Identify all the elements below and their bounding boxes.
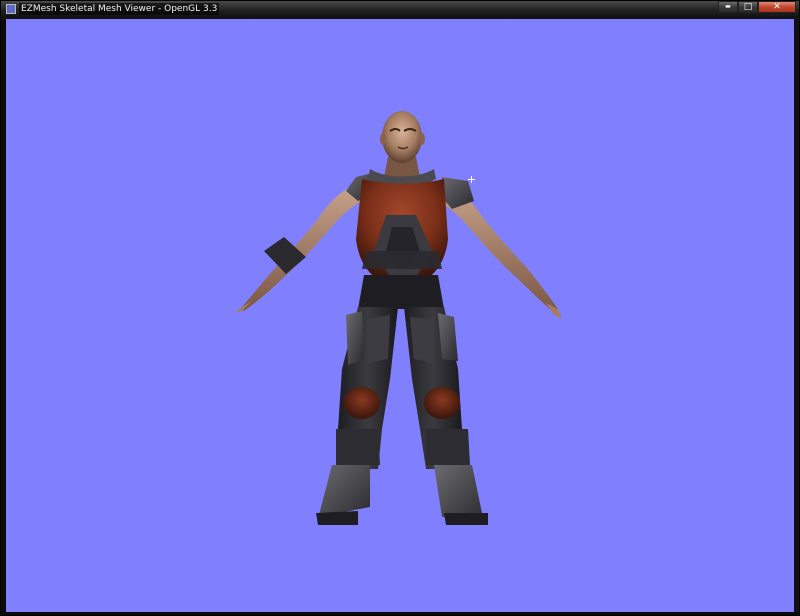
character-model [234,111,562,525]
left-arm [234,184,362,313]
right-arm [438,177,562,319]
title-bar[interactable]: EZMesh Skeletal Mesh Viewer - OpenGL 3.3… [1,1,799,18]
caption-buttons: ▬ □ ✕ [718,1,796,13]
close-icon: ✕ [773,2,781,12]
head [380,111,425,163]
opengl-viewport[interactable] [6,19,795,612]
app-window: EZMesh Skeletal Mesh Viewer - OpenGL 3.3… [0,0,800,616]
app-icon[interactable] [6,4,16,14]
close-button[interactable]: ✕ [758,1,796,13]
window-title: EZMesh Skeletal Mesh Viewer - OpenGL 3.3 [19,3,220,15]
maximize-icon: □ [743,2,753,12]
crosshair-cursor-icon [468,176,475,183]
minimize-icon: ▬ [725,3,731,10]
right-leg [404,307,488,525]
window-right-edge [794,19,799,612]
maximize-button[interactable]: □ [738,1,758,13]
minimize-button[interactable]: ▬ [718,1,738,13]
torso [356,179,448,279]
left-leg [316,307,398,525]
